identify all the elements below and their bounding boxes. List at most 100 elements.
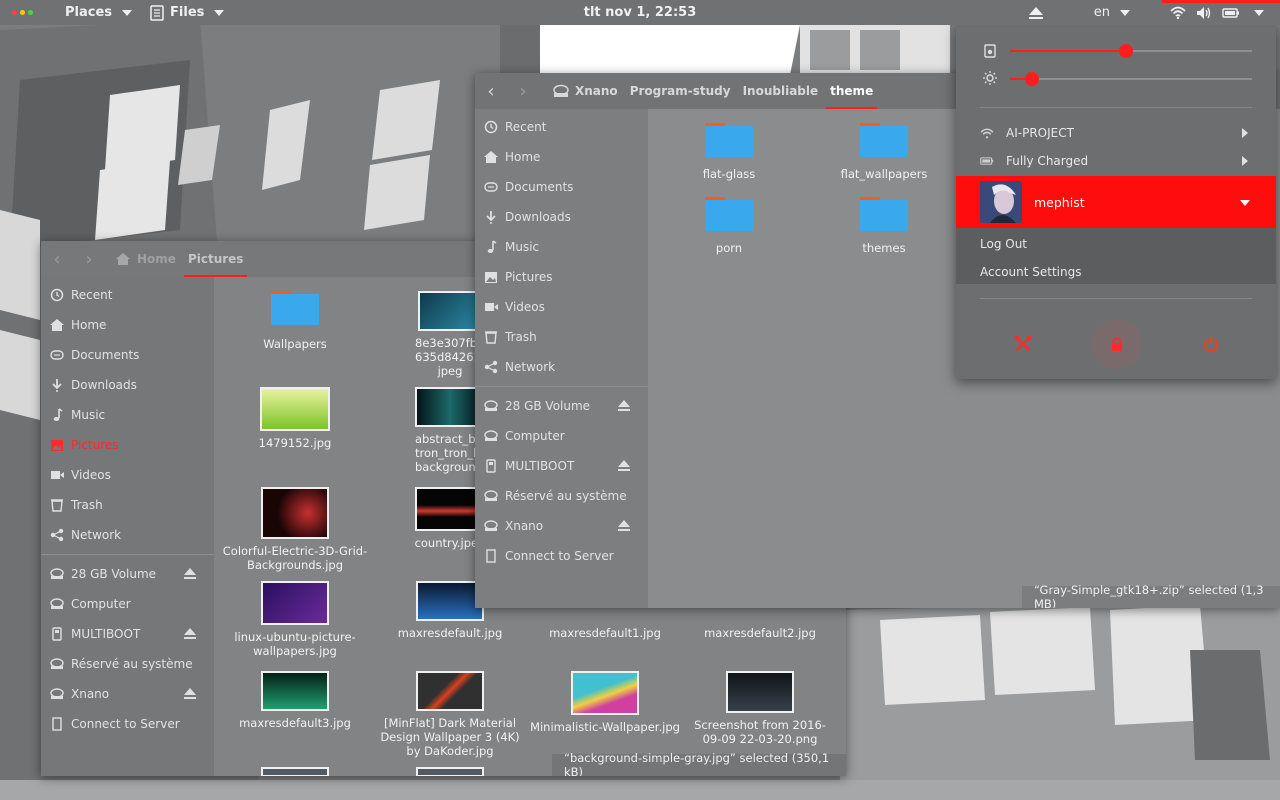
sidebar-item-network[interactable]: Network [475,352,648,382]
breadcrumb-program-study[interactable]: Program-study [624,73,737,109]
sidebar-item-reserve-systeme[interactable]: Réservé au système [475,481,648,511]
sidebar-item-music[interactable]: Music [41,400,214,430]
thumbnail [418,291,482,331]
account-settings-menu-item[interactable]: Account Settings [956,258,1276,286]
sidebar: Recent Home Documents Downloads Music Pi… [475,109,648,608]
sidebar-item-videos[interactable]: Videos [475,292,648,322]
breadcrumb-home[interactable]: Home [131,241,182,277]
file-item-maxresdefault3[interactable]: maxresdefault3.jpg [220,671,370,730]
sidebar-item-documents[interactable]: Documents [475,172,648,202]
file-item-themes[interactable]: themes [809,197,959,255]
power-button[interactable] [1186,319,1236,369]
file-item-flat-glass[interactable]: flat-glass [654,123,804,181]
sidebar-item-label: Trash [71,498,103,512]
forward-button[interactable]: › [73,241,105,277]
sidebar-item-recent[interactable]: Recent [475,112,648,142]
log-out-menu-item[interactable]: Log Out [956,230,1276,258]
sidebar-item-downloads[interactable]: Downloads [41,370,214,400]
forward-button[interactable]: › [507,73,539,109]
sidebar-item-network[interactable]: Network [41,520,214,550]
sidebar-item-label: MULTIBOOT [71,627,141,641]
eject-icon[interactable] [618,400,630,411]
sidebar-item-label: Xnano [71,687,110,701]
eject-icon[interactable] [184,688,196,699]
back-button[interactable]: ‹ [475,73,507,109]
places-menu[interactable]: Places [65,5,133,20]
sidebar-item-computer[interactable]: Computer [475,421,648,451]
file-item-porn[interactable]: porn [654,197,804,255]
user-name-label: mephist [1034,194,1085,210]
eject-icon[interactable] [618,520,630,531]
sidebar-item-trash[interactable]: Trash [475,322,648,352]
trash-icon [49,497,65,513]
battery-menu-item[interactable]: Fully Charged [956,147,1276,175]
home-icon [116,253,130,265]
files-app-menu[interactable]: Files [150,4,225,21]
file-label: maxresdefault1.jpg [549,626,661,640]
file-item-linux-ubuntu[interactable]: linux-ubuntu-picture-wallpapers.jpg [220,581,370,658]
file-item-minimalistic[interactable]: Minimalistic-Wallpaper.jpg [530,671,680,734]
file-label: [MinFlat] Dark Material Design Wallpaper… [380,716,520,758]
file-item-wallpapers[interactable]: Wallpapers [220,291,370,351]
sidebar-item-connect-server[interactable]: Connect to Server [475,541,648,571]
brightness-slider[interactable] [956,68,1276,88]
eject-icon[interactable] [184,628,196,639]
sidebar-item-pictures[interactable]: Pictures [41,430,214,460]
sidebar-item-xnano[interactable]: Xnano [475,511,648,541]
breadcrumb-xnano[interactable]: Xnano [569,73,624,109]
volume-slider[interactable] [956,40,1276,60]
sidebar-item-label: 28 GB Volume [505,399,591,413]
sidebar-item-label: Network [71,528,122,542]
upload-icon[interactable] [1028,6,1044,20]
sidebar-item-videos[interactable]: Videos [41,460,214,490]
sidebar-item-music[interactable]: Music [475,232,648,262]
status-area: en [1028,0,1280,25]
system-status-menu[interactable] [1170,6,1280,20]
sidebar-item-reserve-systeme[interactable]: Réservé au système [41,649,214,679]
file-item-screenshot[interactable]: Screenshot from 2016-09-09 22-03-20.png [685,671,835,746]
sidebar-item-computer[interactable]: Computer [41,589,214,619]
breadcrumb-theme[interactable]: theme [824,73,879,109]
folder-icon [705,197,753,231]
eject-icon[interactable] [618,460,630,471]
settings-button[interactable] [998,319,1048,369]
wifi-menu-item[interactable]: AI-PROJECT [956,119,1276,147]
sidebar-item-multiboot[interactable]: MULTIBOOT [475,451,648,481]
user-submenu: Log Out Account Settings [956,228,1276,284]
sidebar-item-downloads[interactable]: Downloads [475,202,648,232]
sidebar-item-trash[interactable]: Trash [41,490,214,520]
files-app-label: Files [170,5,205,20]
folder-icon [271,291,319,325]
file-item-flat-wallpapers[interactable]: flat_wallpapers [809,123,959,181]
sidebar-item-documents[interactable]: Documents [41,340,214,370]
brightness-slider-knob[interactable] [1024,72,1039,86]
volume-slider-fill [1010,50,1127,52]
sidebar-item-pictures[interactable]: Pictures [475,262,648,292]
file-item-minflat[interactable]: [MinFlat] Dark Material Design Wallpaper… [375,671,525,758]
sidebar-item-28gb-volume[interactable]: 28 GB Volume [475,391,648,421]
clock[interactable]: tlt nov 1, 22:53 [540,5,740,20]
file-item-1479152[interactable]: 1479152.jpg [220,387,370,450]
home-icon [483,149,499,165]
sidebar-item-label: Videos [505,300,545,314]
eject-icon[interactable] [184,568,196,579]
sidebar-item-recent[interactable]: Recent [41,280,214,310]
file-label: flat_wallpapers [840,167,928,181]
user-menu-item[interactable]: mephist [956,176,1276,228]
sidebar-item-label: Trash [505,330,537,344]
sidebar-item-home[interactable]: Home [475,142,648,172]
volume-slider-knob[interactable] [1119,44,1134,58]
sidebar-item-28gb-volume[interactable]: 28 GB Volume [41,559,214,589]
sidebar-item-multiboot[interactable]: MULTIBOOT [41,619,214,649]
activities-dots-icon[interactable] [12,10,33,15]
back-button[interactable]: ‹ [41,241,73,277]
keyboard-layout-menu[interactable]: en [1094,5,1130,20]
breadcrumb-inoubliable[interactable]: Inoubliable [737,73,825,109]
sidebar: Recent Home Documents Downloads Music Pi… [41,277,214,776]
sidebar-item-xnano[interactable]: Xnano [41,679,214,709]
sidebar-item-home[interactable]: Home [41,310,214,340]
file-item-colorful-electric[interactable]: Colorful-Electric-3D-Grid-Backgrounds.jp… [220,487,370,572]
lock-button[interactable] [1092,319,1142,369]
sidebar-item-connect-server[interactable]: Connect to Server [41,709,214,739]
breadcrumb-pictures[interactable]: Pictures [182,241,250,277]
